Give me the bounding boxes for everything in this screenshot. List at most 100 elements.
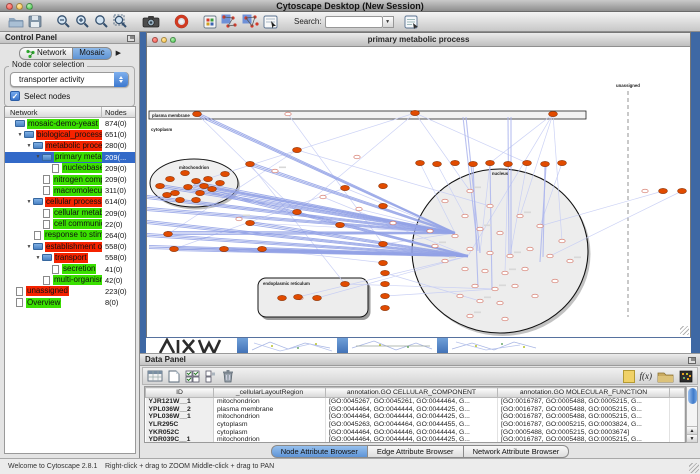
expander-icon[interactable]: ▼	[25, 244, 33, 250]
graph-node-selected[interactable]	[181, 170, 190, 175]
graph-node-selected[interactable]	[192, 197, 201, 202]
graph-node[interactable]	[482, 269, 488, 273]
table-scrollbar[interactable]: ▲ ▼	[686, 386, 698, 443]
tree-row[interactable]: nitrogen compou209(0)	[5, 174, 135, 185]
graph-node[interactable]	[462, 214, 468, 218]
tab-network[interactable]: Network	[19, 47, 73, 60]
graph-node[interactable]	[320, 195, 326, 199]
inner-close-button[interactable]	[152, 37, 158, 43]
scroll-down-button[interactable]: ▼	[687, 434, 697, 442]
tree-row[interactable]: ▼establishment of lo558(0)	[5, 241, 135, 252]
graph-node-selected[interactable]	[293, 147, 302, 152]
graph-node[interactable]	[432, 244, 438, 248]
graph-node[interactable]	[462, 267, 468, 271]
tree-row[interactable]: unassigned223(0)	[5, 286, 135, 297]
graph-node-selected[interactable]	[379, 183, 388, 188]
table-row[interactable]: YDR039C__1mitochondrion[GO:0044464, GO:0…	[146, 436, 685, 443]
graph-node-selected[interactable]	[193, 111, 202, 116]
select-attributes-icon[interactable]	[185, 369, 200, 384]
app-resize-grip[interactable]	[689, 463, 699, 473]
table-column-header[interactable]: ID	[146, 388, 214, 398]
graph-node[interactable]	[487, 251, 493, 255]
help-icon[interactable]	[174, 14, 189, 30]
zoom-actual-icon[interactable]	[94, 14, 109, 30]
graph-node-selected[interactable]	[313, 295, 322, 300]
graph-node[interactable]	[285, 112, 291, 116]
vizmapper-icon[interactable]	[263, 14, 278, 30]
table-column-header[interactable]: _cellularLayoutRegion	[214, 388, 326, 398]
graph-node-selected[interactable]	[523, 160, 532, 165]
graph-node-selected[interactable]	[379, 260, 388, 265]
graph-node-selected[interactable]	[246, 161, 255, 166]
graph-node[interactable]	[477, 299, 483, 303]
graph-node-selected[interactable]	[411, 110, 420, 115]
save-session-icon[interactable]	[28, 14, 42, 30]
tree-row[interactable]: response to stimulu264(0)	[5, 230, 135, 241]
tree-row[interactable]: secretion41(0)	[5, 263, 135, 274]
tab-edge-attribute-browser[interactable]: Edge Attribute Browser	[367, 445, 464, 458]
select-nodes-checkbox[interactable]: ✓	[10, 91, 20, 101]
tree-row[interactable]: multi-organism pro42(0)	[5, 275, 135, 286]
graph-node-selected[interactable]	[208, 186, 217, 191]
graph-node[interactable]	[532, 294, 538, 298]
tree-row[interactable]: ▼metabolic process280(0)	[5, 140, 135, 151]
graph-node-selected[interactable]	[541, 161, 550, 166]
graph-node-selected[interactable]	[379, 203, 388, 208]
network-canvas[interactable]: plasma membranecytoplasmmitochondrionnuc…	[147, 47, 690, 337]
graph-node-selected[interactable]	[678, 188, 687, 193]
graph-node-selected[interactable]	[170, 246, 179, 251]
graph-node-selected[interactable]	[258, 246, 267, 251]
attribute-browser-icon[interactable]	[404, 14, 419, 30]
graph-node[interactable]	[497, 301, 503, 305]
tab-overflow-arrow[interactable]: ▶	[116, 49, 121, 57]
graph-node-selected[interactable]	[200, 183, 209, 188]
network-window-titlebar[interactable]: primary metabolic process	[147, 33, 690, 47]
graph-node-selected[interactable]	[176, 197, 185, 202]
window-titlebar[interactable]: Cytoscape Desktop (New Session)	[0, 0, 700, 12]
inner-zoom-button[interactable]	[170, 37, 176, 43]
tab-mosaic[interactable]: Mosaic	[72, 47, 111, 60]
tree-row[interactable]: ▼transport558(0)	[5, 252, 135, 263]
tree-row[interactable]: macromolecule311(0)	[5, 185, 135, 196]
tab-network-attribute-browser[interactable]: Network Attribute Browser	[463, 445, 570, 458]
graph-node-selected[interactable]	[166, 176, 175, 181]
table-row[interactable]: YKR052Ccytoplasm[GO:0044464, GO:0044446,…	[146, 428, 685, 436]
graph-node[interactable]	[467, 189, 473, 193]
tree-row[interactable]: ▼biological_process651(0)	[5, 129, 135, 140]
apply-layout-2-icon[interactable]	[242, 14, 259, 30]
graph-node[interactable]	[567, 259, 573, 263]
graph-node[interactable]	[517, 214, 523, 218]
graph-node[interactable]	[467, 314, 473, 318]
graph-node[interactable]	[502, 317, 508, 321]
graph-node[interactable]	[507, 254, 513, 258]
background-windows-strip[interactable]	[146, 337, 691, 353]
graph-node-selected[interactable]	[659, 188, 668, 193]
graph-node[interactable]	[559, 239, 565, 243]
zoom-selected-icon[interactable]	[113, 14, 128, 30]
tree-row[interactable]: ▼cellular process614(0)	[5, 196, 135, 207]
search-dropdown-button[interactable]: ▼	[383, 16, 394, 28]
graph-node-selected[interactable]	[451, 160, 460, 165]
table-row[interactable]: YPL036W__2plasma membrane[GO:0044464, GO…	[146, 405, 685, 413]
graph-node-selected[interactable]	[486, 160, 495, 165]
zoom-window-button[interactable]	[26, 3, 33, 10]
graph-node-selected[interactable]	[381, 293, 390, 298]
graph-node-selected[interactable]	[381, 270, 390, 275]
graph-node-selected[interactable]	[171, 190, 180, 195]
graph-node[interactable]	[457, 294, 463, 298]
graph-node[interactable]	[472, 284, 478, 288]
node-color-dropdown[interactable]: transporter activity	[10, 72, 129, 87]
tree-row[interactable]: Overview8(0)	[5, 297, 135, 308]
unselect-attributes-icon[interactable]	[205, 369, 216, 384]
graph-node-selected[interactable]	[163, 192, 172, 197]
graph-node-selected[interactable]	[220, 246, 229, 251]
inner-minimize-button[interactable]	[161, 37, 167, 43]
apply-layout-1-icon[interactable]	[221, 14, 238, 30]
expander-icon[interactable]: ▼	[25, 143, 33, 149]
graph-node[interactable]	[492, 287, 498, 291]
graph-node-selected[interactable]	[196, 190, 205, 195]
graph-node-selected[interactable]	[278, 295, 287, 300]
table-column-header[interactable]: annotation.GO CELLULAR_COMPONENT	[326, 388, 498, 398]
expander-icon[interactable]: ▼	[34, 255, 42, 261]
background-window-titlebar[interactable]	[437, 338, 448, 353]
